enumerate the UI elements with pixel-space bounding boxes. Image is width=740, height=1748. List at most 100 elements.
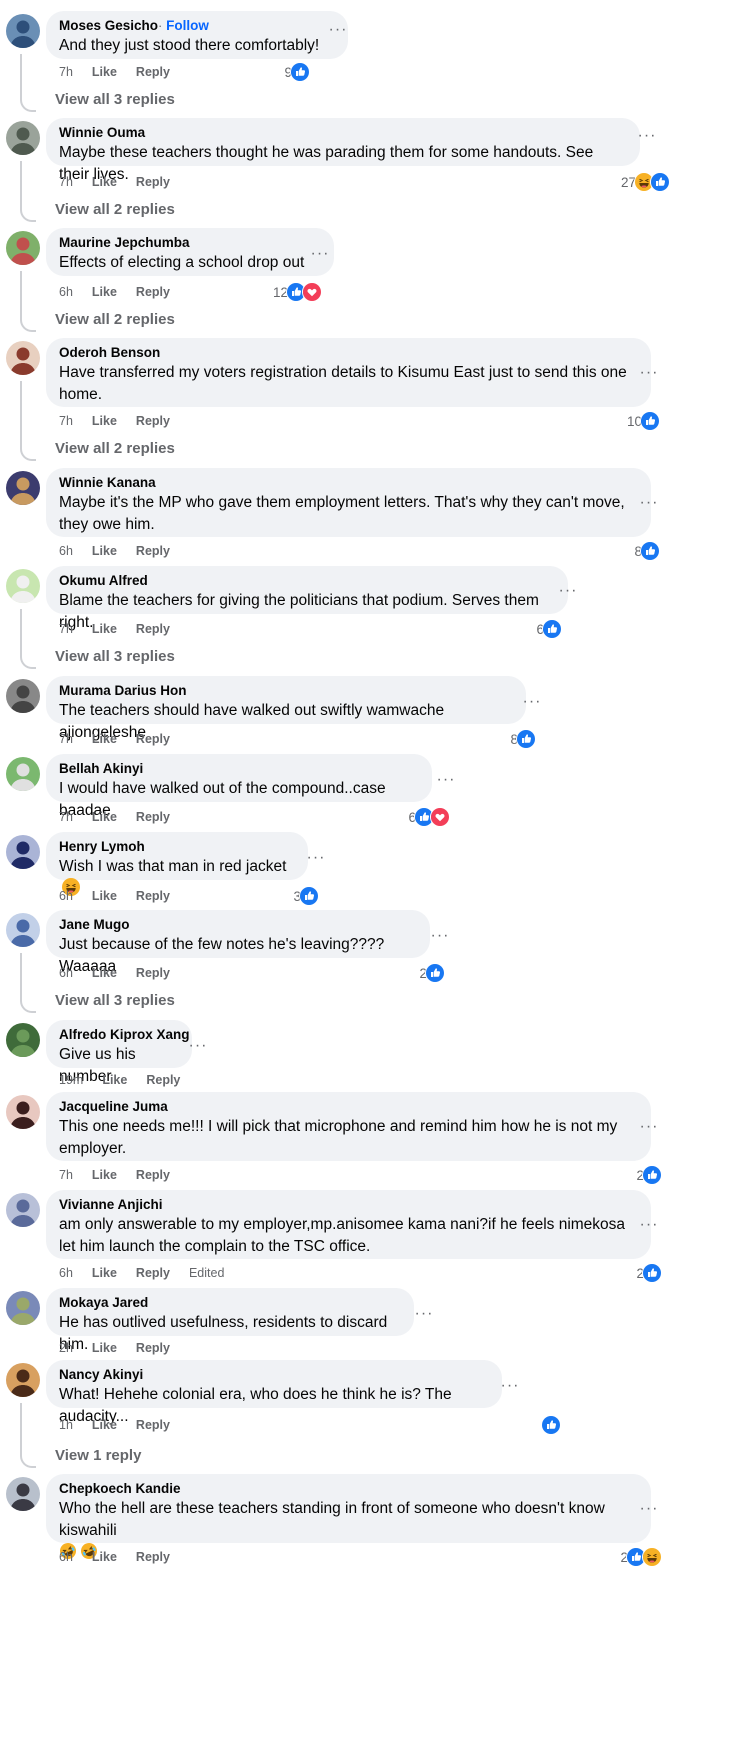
author-name[interactable]: Winnie Ouma bbox=[59, 125, 145, 140]
like-button[interactable]: Like bbox=[92, 65, 117, 79]
comment-timestamp[interactable]: 7h bbox=[59, 414, 73, 428]
avatar[interactable] bbox=[6, 231, 40, 265]
author-name[interactable]: Maurine Jepchumba bbox=[59, 235, 190, 250]
like-button[interactable]: Like bbox=[92, 285, 117, 299]
avatar[interactable] bbox=[6, 1023, 40, 1057]
comment-timestamp[interactable]: 7h bbox=[59, 732, 73, 746]
view-replies-link[interactable]: View all 3 replies bbox=[55, 991, 175, 1011]
more-options-icon[interactable]: ··· bbox=[326, 22, 350, 38]
comment-timestamp[interactable]: 7h bbox=[59, 622, 73, 636]
avatar[interactable] bbox=[6, 569, 40, 603]
comment-timestamp[interactable]: 7h bbox=[59, 810, 73, 824]
reply-button[interactable]: Reply bbox=[136, 1341, 170, 1355]
like-button[interactable]: Like bbox=[92, 414, 117, 428]
more-options-icon[interactable]: ··· bbox=[308, 246, 332, 262]
like-button[interactable]: Like bbox=[92, 544, 117, 558]
author-name[interactable]: Henry Lymoh bbox=[59, 839, 145, 854]
comment-timestamp[interactable]: 19m bbox=[59, 1073, 83, 1087]
author-name[interactable]: Chepkoech Kandie bbox=[59, 1481, 181, 1496]
like-button[interactable]: Like bbox=[92, 889, 117, 903]
comment-timestamp[interactable]: 6h bbox=[59, 1266, 73, 1280]
comment-timestamp[interactable]: 7h bbox=[59, 65, 73, 79]
reaction-summary[interactable]: 8 bbox=[510, 729, 536, 749]
reaction-summary[interactable]: 6 bbox=[408, 807, 450, 827]
more-options-icon[interactable]: ··· bbox=[635, 128, 659, 144]
author-name[interactable]: Jacqueline Juma bbox=[59, 1099, 168, 1114]
more-options-icon[interactable]: ··· bbox=[434, 772, 458, 788]
reply-button[interactable]: Reply bbox=[136, 622, 170, 636]
more-options-icon[interactable]: ··· bbox=[428, 928, 452, 944]
author-name[interactable]: Okumu Alfred bbox=[59, 573, 148, 588]
reaction-summary[interactable] bbox=[541, 1415, 561, 1435]
comment-timestamp[interactable]: 7h bbox=[59, 1168, 73, 1182]
reply-button[interactable]: Reply bbox=[136, 1266, 170, 1280]
comment-timestamp[interactable]: 6h bbox=[59, 285, 73, 299]
comment-timestamp[interactable]: 6h bbox=[59, 1550, 73, 1564]
author-name[interactable]: Bellah Akinyi bbox=[59, 761, 143, 776]
avatar[interactable] bbox=[6, 1363, 40, 1397]
reply-button[interactable]: Reply bbox=[136, 1168, 170, 1182]
reply-button[interactable]: Reply bbox=[136, 414, 170, 428]
avatar[interactable] bbox=[6, 679, 40, 713]
like-button[interactable]: Like bbox=[92, 1168, 117, 1182]
reaction-summary[interactable]: 3 bbox=[293, 886, 319, 906]
author-name[interactable]: Moses Gesicho bbox=[59, 18, 158, 33]
more-options-icon[interactable]: ··· bbox=[637, 495, 661, 511]
more-options-icon[interactable]: ··· bbox=[304, 850, 328, 866]
reply-button[interactable]: Reply bbox=[136, 285, 170, 299]
avatar[interactable] bbox=[6, 471, 40, 505]
reaction-summary[interactable]: 9 bbox=[284, 62, 310, 82]
comment-timestamp[interactable]: 6h bbox=[59, 889, 73, 903]
reaction-summary[interactable]: 27 bbox=[621, 172, 670, 192]
avatar[interactable] bbox=[6, 121, 40, 155]
author-name[interactable]: Nancy Akinyi bbox=[59, 1367, 143, 1382]
avatar[interactable] bbox=[6, 1291, 40, 1325]
view-replies-link[interactable]: View all 3 replies bbox=[55, 90, 175, 110]
reply-button[interactable]: Reply bbox=[136, 1418, 170, 1432]
author-name[interactable]: Winnie Kanana bbox=[59, 475, 156, 490]
like-button[interactable]: Like bbox=[92, 1550, 117, 1564]
reaction-summary[interactable]: 2 bbox=[620, 1547, 662, 1567]
like-button[interactable]: Like bbox=[92, 732, 117, 746]
follow-button[interactable]: Follow bbox=[166, 18, 209, 33]
reaction-summary[interactable]: 12 bbox=[273, 282, 322, 302]
author-name[interactable]: Oderoh Benson bbox=[59, 345, 160, 360]
more-options-icon[interactable]: ··· bbox=[637, 1119, 661, 1135]
like-button[interactable]: Like bbox=[92, 1266, 117, 1280]
view-replies-link[interactable]: View all 2 replies bbox=[55, 439, 175, 459]
like-button[interactable]: Like bbox=[92, 1418, 117, 1432]
reaction-summary[interactable]: 8 bbox=[634, 541, 660, 561]
reply-button[interactable]: Reply bbox=[146, 1073, 180, 1087]
reply-button[interactable]: Reply bbox=[136, 1550, 170, 1564]
view-replies-link[interactable]: View all 2 replies bbox=[55, 310, 175, 330]
more-options-icon[interactable]: ··· bbox=[637, 1501, 661, 1517]
avatar[interactable] bbox=[6, 1193, 40, 1227]
like-button[interactable]: Like bbox=[92, 810, 117, 824]
comment-timestamp[interactable]: 2h bbox=[59, 1341, 73, 1355]
avatar[interactable] bbox=[6, 835, 40, 869]
comment-timestamp[interactable]: 7h bbox=[59, 175, 73, 189]
more-options-icon[interactable]: ··· bbox=[556, 583, 580, 599]
reaction-summary[interactable]: 2 bbox=[419, 963, 445, 983]
author-name[interactable]: Jane Mugo bbox=[59, 917, 130, 932]
reply-button[interactable]: Reply bbox=[136, 175, 170, 189]
author-name[interactable]: Mokaya Jared bbox=[59, 1295, 148, 1310]
comment-timestamp[interactable]: 6h bbox=[59, 966, 73, 980]
author-name[interactable]: Vivianne Anjichi bbox=[59, 1197, 163, 1212]
avatar[interactable] bbox=[6, 341, 40, 375]
avatar[interactable] bbox=[6, 14, 40, 48]
avatar[interactable] bbox=[6, 1095, 40, 1129]
view-replies-link[interactable]: View all 3 replies bbox=[55, 647, 175, 667]
view-replies-link[interactable]: View all 2 replies bbox=[55, 200, 175, 220]
like-button[interactable]: Like bbox=[92, 1341, 117, 1355]
author-name[interactable]: Alfredo Kiprox Xang bbox=[59, 1027, 190, 1042]
like-button[interactable]: Like bbox=[92, 175, 117, 189]
comment-timestamp[interactable]: 6h bbox=[59, 544, 73, 558]
reply-button[interactable]: Reply bbox=[136, 732, 170, 746]
reply-button[interactable]: Reply bbox=[136, 65, 170, 79]
avatar[interactable] bbox=[6, 1477, 40, 1511]
more-options-icon[interactable]: ··· bbox=[498, 1378, 522, 1394]
like-button[interactable]: Like bbox=[92, 622, 117, 636]
more-options-icon[interactable]: ··· bbox=[186, 1038, 210, 1054]
reply-button[interactable]: Reply bbox=[136, 966, 170, 980]
